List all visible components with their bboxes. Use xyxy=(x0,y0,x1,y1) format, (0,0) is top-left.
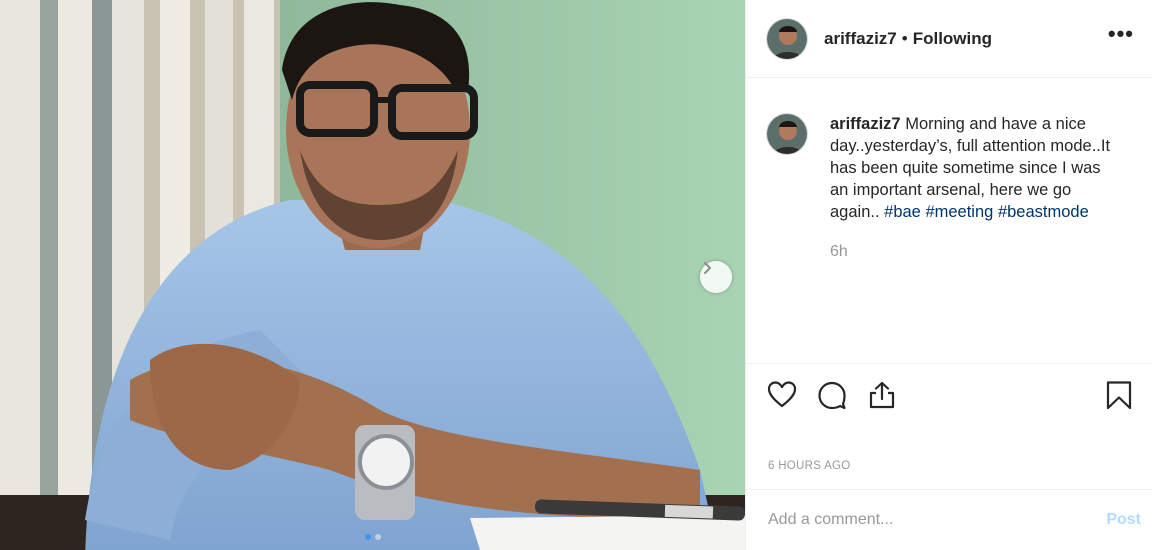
post-side-panel: ariffaziz7 • Following ••• ariffaziz7 Mo… xyxy=(745,0,1152,550)
post-header: ariffaziz7 • Following ••• xyxy=(746,0,1152,78)
hashtag-link[interactable]: #bae xyxy=(884,203,921,221)
post-comment-button[interactable]: Post xyxy=(1106,511,1141,529)
bookmark-icon xyxy=(1106,380,1132,409)
comment-bar: Post xyxy=(746,489,1152,550)
like-button[interactable] xyxy=(766,379,798,411)
header-separator: • xyxy=(901,28,908,48)
comment-input[interactable] xyxy=(768,511,1107,529)
caption-username-link[interactable]: ariffaziz7 xyxy=(830,115,901,133)
following-button[interactable]: Following xyxy=(913,29,992,49)
post-timestamp[interactable]: 6 HOURS AGO xyxy=(768,460,851,472)
caption-age[interactable]: 6h xyxy=(830,241,1120,263)
caption-avatar[interactable] xyxy=(766,113,808,155)
save-button[interactable] xyxy=(1103,379,1135,411)
carousel-dot xyxy=(374,534,381,540)
comment-button[interactable] xyxy=(816,379,848,411)
carousel-indicator xyxy=(0,534,745,540)
caption-section: ariffaziz7 Morning and have a nice day..… xyxy=(746,78,1152,363)
caption-text: ariffaziz7 Morning and have a nice day..… xyxy=(830,113,1120,363)
action-bar xyxy=(746,363,1152,425)
header-username-link[interactable]: ariffaziz7 xyxy=(824,29,897,49)
share-button[interactable] xyxy=(866,379,898,411)
post-photo[interactable] xyxy=(0,0,745,550)
carousel-next-button[interactable] xyxy=(700,261,732,293)
chevron-right-icon xyxy=(704,262,711,274)
heart-icon xyxy=(767,380,797,407)
more-options-button[interactable]: ••• xyxy=(1108,22,1134,55)
photo-image xyxy=(0,0,745,550)
share-icon xyxy=(869,381,895,408)
comment-icon xyxy=(818,381,846,409)
carousel-dot-active xyxy=(364,534,371,540)
avatar[interactable] xyxy=(766,17,808,60)
hashtag-link[interactable]: #beastmode xyxy=(998,203,1089,221)
hashtag-link[interactable]: #meeting xyxy=(925,203,993,221)
